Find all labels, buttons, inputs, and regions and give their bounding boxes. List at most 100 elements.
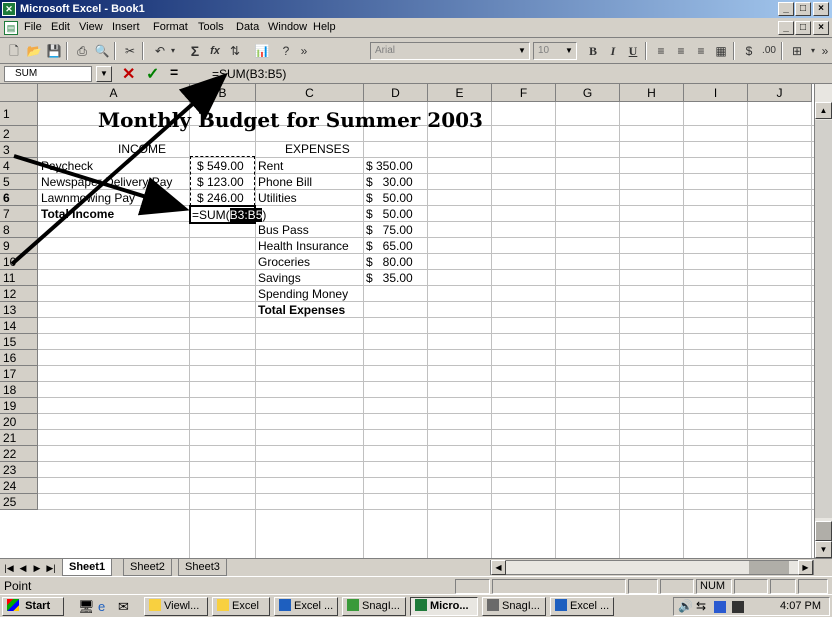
- row-header-16[interactable]: 16: [0, 350, 38, 366]
- borders-dropdown-icon[interactable]: ▾: [807, 42, 819, 60]
- column-header-i[interactable]: I: [684, 84, 748, 102]
- task-microsoft-excel[interactable]: Micro...: [410, 597, 478, 616]
- menu-tools[interactable]: Tools: [198, 21, 224, 33]
- font-name-combo[interactable]: Arial ▼: [370, 42, 530, 60]
- print-preview-icon[interactable]: 🔍: [92, 42, 112, 60]
- row-header-25[interactable]: 25: [0, 494, 38, 510]
- chevron-down-icon[interactable]: ▼: [96, 66, 112, 82]
- vertical-scrollbar[interactable]: ▲ ▼: [814, 84, 832, 559]
- undo-icon[interactable]: ↶: [150, 42, 170, 60]
- row-header-19[interactable]: 19: [0, 398, 38, 414]
- scroll-thumb[interactable]: [815, 521, 832, 541]
- scroll-right-icon[interactable]: ▶: [798, 560, 813, 575]
- row-header-9[interactable]: 9: [0, 238, 38, 254]
- column-header-a[interactable]: A: [38, 84, 190, 102]
- prev-sheet-icon[interactable]: ◀: [16, 561, 30, 575]
- doc-restore-button[interactable]: □: [795, 21, 811, 35]
- internet-explorer-icon[interactable]: e: [98, 599, 105, 614]
- row-header-10[interactable]: 10: [0, 254, 38, 270]
- tab-sheet1[interactable]: Sheet1: [62, 559, 113, 576]
- sort-ascending-icon[interactable]: ⇅: [225, 42, 245, 60]
- align-center-icon[interactable]: ≡: [671, 42, 691, 60]
- active-cell[interactable]: =SUM(B3:B5): [189, 205, 266, 224]
- italic-button[interactable]: I: [603, 42, 623, 60]
- row-header-1[interactable]: 1: [0, 102, 38, 126]
- task-snagit-1[interactable]: SnagI...: [342, 597, 406, 616]
- start-button[interactable]: Start: [2, 597, 64, 616]
- row-header-18[interactable]: 18: [0, 382, 38, 398]
- scroll-down-icon[interactable]: ▼: [815, 541, 832, 558]
- row-header-23[interactable]: 23: [0, 462, 38, 478]
- column-header-e[interactable]: E: [428, 84, 492, 102]
- chart-wizard-icon[interactable]: 📊: [252, 42, 272, 60]
- menu-file[interactable]: File: [24, 21, 42, 33]
- speaker-icon[interactable]: 🔊: [678, 599, 693, 613]
- workbook-icon[interactable]: ▤: [4, 21, 18, 35]
- underline-button[interactable]: U: [623, 42, 643, 60]
- save-icon[interactable]: 💾: [44, 42, 64, 60]
- minimize-button[interactable]: _: [778, 2, 794, 16]
- row-header-4[interactable]: 4: [0, 158, 38, 174]
- row-header-12[interactable]: 12: [0, 286, 38, 302]
- maximize-button[interactable]: □: [795, 2, 811, 16]
- scroll-track[interactable]: [815, 120, 832, 518]
- row-header-14[interactable]: 14: [0, 318, 38, 334]
- horizontal-scrollbar[interactable]: ◀ ▶: [490, 560, 814, 575]
- row-header-22[interactable]: 22: [0, 446, 38, 462]
- doc-close-button[interactable]: ×: [813, 21, 829, 35]
- column-header-j[interactable]: J: [748, 84, 812, 102]
- column-header-c[interactable]: C: [256, 84, 364, 102]
- doc-minimize-button[interactable]: _: [778, 21, 794, 35]
- row-header-11[interactable]: 11: [0, 270, 38, 286]
- menu-window[interactable]: Window: [268, 21, 307, 33]
- merge-center-icon[interactable]: ▦: [711, 42, 731, 60]
- outlook-icon[interactable]: ✉: [118, 599, 129, 615]
- row-header-8[interactable]: 8: [0, 222, 38, 238]
- next-sheet-icon[interactable]: ▶: [30, 561, 44, 575]
- row-header-17[interactable]: 17: [0, 366, 38, 382]
- row-header-7[interactable]: 7: [0, 206, 38, 222]
- scroll-up-icon[interactable]: ▲: [815, 102, 832, 119]
- edit-formula-icon[interactable]: =: [170, 64, 178, 80]
- worksheet-grid[interactable]: ABCDEFGHIJ 1 2 3 4 5 6 7 8 9 10 11 12 13 14 15 16 17 18 19…: [0, 84, 832, 559]
- row-header-5[interactable]: 5: [0, 174, 38, 190]
- currency-button[interactable]: $: [739, 42, 759, 60]
- menu-edit[interactable]: Edit: [51, 21, 70, 33]
- task-excel-doc-2[interactable]: Excel ...: [550, 597, 614, 616]
- first-sheet-icon[interactable]: |◀: [2, 561, 16, 575]
- tab-sheet2[interactable]: Sheet2: [123, 559, 172, 576]
- tab-sheet3[interactable]: Sheet3: [178, 559, 227, 576]
- row-header-13[interactable]: 13: [0, 302, 38, 318]
- row-header-15[interactable]: 15: [0, 334, 38, 350]
- paste-function-icon[interactable]: fx: [205, 42, 225, 60]
- network-icon[interactable]: ⇆: [696, 599, 706, 613]
- chevron-down-icon[interactable]: ▼: [516, 44, 528, 58]
- column-header-d[interactable]: D: [364, 84, 428, 102]
- increase-decimal-button[interactable]: .00: [759, 42, 779, 60]
- open-icon[interactable]: 📂: [24, 42, 44, 60]
- row-header-3[interactable]: 3: [0, 142, 38, 158]
- task-snagit-2[interactable]: SnagI...: [482, 597, 546, 616]
- enter-icon[interactable]: ✓: [146, 64, 159, 84]
- menu-help[interactable]: Help: [313, 21, 336, 33]
- menu-format[interactable]: Format: [153, 21, 188, 33]
- last-sheet-icon[interactable]: ▶|: [44, 561, 58, 575]
- bold-button[interactable]: B: [583, 42, 603, 60]
- task-excel-doc-1[interactable]: Excel ...: [274, 597, 338, 616]
- borders-icon[interactable]: ⊞: [787, 42, 807, 60]
- tray-disk-icon[interactable]: [732, 601, 744, 613]
- help-icon[interactable]: ?: [276, 42, 296, 60]
- more-buttons-icon[interactable]: »: [298, 42, 310, 60]
- column-header-f[interactable]: F: [492, 84, 556, 102]
- column-header-g[interactable]: G: [556, 84, 620, 102]
- scroll-thumb[interactable]: [749, 561, 789, 574]
- undo-dropdown-icon[interactable]: ▾: [168, 42, 178, 60]
- chevron-down-icon[interactable]: ▼: [563, 44, 575, 58]
- menu-insert[interactable]: Insert: [112, 21, 140, 33]
- menu-view[interactable]: View: [79, 21, 103, 33]
- row-header-6[interactable]: 6: [0, 190, 38, 206]
- font-size-combo[interactable]: 10 ▼: [533, 42, 577, 60]
- more-buttons-icon[interactable]: »: [819, 42, 831, 60]
- row-header-24[interactable]: 24: [0, 478, 38, 494]
- row-header-2[interactable]: 2: [0, 126, 38, 142]
